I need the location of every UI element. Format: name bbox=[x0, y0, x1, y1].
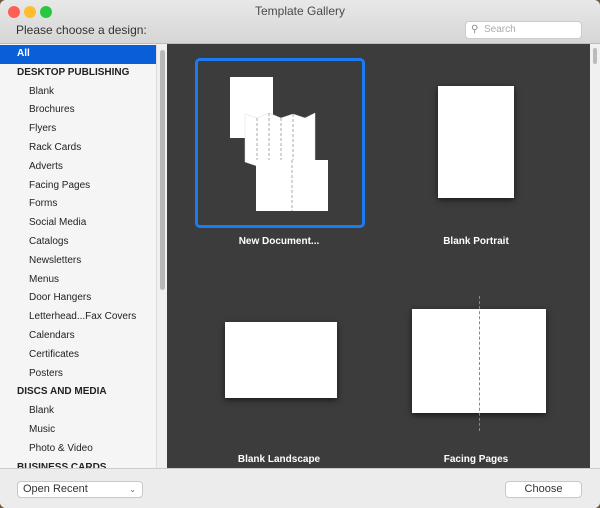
sidebar-item[interactable]: Social Media bbox=[0, 214, 156, 233]
template-gallery-window: Template Gallery Please choose a design:… bbox=[0, 0, 600, 508]
content-scroll-thumb[interactable] bbox=[593, 48, 597, 64]
sidebar-item[interactable]: Certificates bbox=[0, 346, 156, 365]
template-new-document[interactable] bbox=[195, 58, 365, 228]
sidebar-section-header: BUSINESS CARDS bbox=[17, 461, 107, 468]
sidebar-item[interactable]: Posters bbox=[0, 365, 156, 384]
template-grid: New Document... Blank Portrait Blank Lan… bbox=[167, 44, 590, 468]
template-blank-portrait[interactable] bbox=[438, 86, 514, 198]
sidebar-item[interactable]: Calendars bbox=[0, 327, 156, 346]
template-label: Blank Landscape bbox=[237, 454, 321, 465]
content-scrollbar[interactable] bbox=[590, 44, 600, 468]
sidebar-item[interactable]: Blank bbox=[0, 402, 156, 421]
open-recent-dropdown[interactable]: Open Recent ⌄ bbox=[17, 481, 143, 498]
search-input[interactable]: ⚲ Search bbox=[465, 21, 582, 39]
sidebar-item[interactable]: Letterhead...Fax Covers bbox=[0, 308, 156, 327]
sidebar-scroll-thumb[interactable] bbox=[160, 50, 165, 290]
sidebar-item[interactable]: Catalogs bbox=[0, 233, 156, 252]
template-label: New Document... bbox=[238, 236, 320, 247]
sidebar-section-header: DESKTOP PUBLISHING bbox=[17, 66, 130, 78]
sidebar-scrollbar[interactable] bbox=[156, 44, 167, 468]
sidebar-item[interactable]: Facing Pages bbox=[0, 177, 156, 196]
new-document-icon bbox=[230, 77, 328, 211]
sidebar-item[interactable]: Photo & Video bbox=[0, 440, 156, 459]
category-sidebar: All DESKTOP PUBLISHING Blank Brochures Flyer… bbox=[0, 44, 156, 468]
chevron-down-icon: ⌄ bbox=[129, 485, 136, 494]
sidebar-item[interactable]: Newsletters bbox=[0, 252, 156, 271]
title-bar: Template Gallery Please choose a design:… bbox=[0, 0, 600, 44]
choose-button[interactable]: Choose bbox=[505, 481, 582, 498]
sidebar-item[interactable]: Adverts bbox=[0, 158, 156, 177]
search-placeholder: Search bbox=[484, 24, 516, 35]
sidebar-item[interactable]: Flyers bbox=[0, 120, 156, 139]
search-icon: ⚲ bbox=[471, 24, 479, 35]
open-recent-label: Open Recent bbox=[23, 483, 88, 495]
prompt-label: Please choose a design: bbox=[16, 23, 147, 37]
sidebar-section-header: DISCS AND MEDIA bbox=[17, 386, 107, 398]
template-label: Facing Pages bbox=[443, 454, 509, 465]
window-title: Template Gallery bbox=[254, 4, 346, 18]
sidebar-item[interactable]: Forms bbox=[0, 195, 156, 214]
sidebar-item[interactable]: Rack Cards bbox=[0, 139, 156, 158]
sidebar-item[interactable]: Door Hangers bbox=[0, 289, 156, 308]
template-label: Blank Portrait bbox=[443, 236, 509, 247]
sidebar-item[interactable]: Blank bbox=[0, 83, 156, 102]
sidebar-item[interactable]: Brochures bbox=[0, 101, 156, 120]
footer-bar: Open Recent ⌄ Choose bbox=[0, 468, 600, 508]
sidebar-item[interactable]: All bbox=[0, 45, 156, 64]
template-blank-landscape[interactable] bbox=[225, 322, 337, 398]
fold-line bbox=[479, 296, 480, 431]
sidebar-item[interactable]: Music bbox=[0, 421, 156, 440]
sidebar-item[interactable]: Menus bbox=[0, 271, 156, 290]
